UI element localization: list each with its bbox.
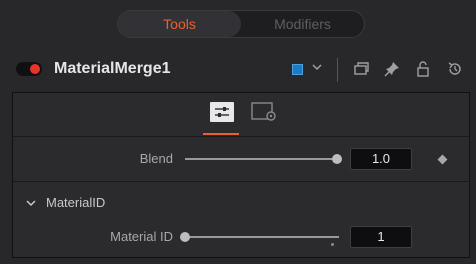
active-subtab-indicator [203, 133, 239, 135]
tab-tools[interactable]: Tools [118, 11, 241, 37]
sliders-icon[interactable] [209, 101, 235, 123]
material-id-label: Material ID [110, 229, 173, 244]
inspector-tab-bar: Tools Modifiers [117, 10, 365, 38]
settings-icon[interactable] [251, 101, 277, 123]
chevron-down-icon[interactable] [310, 60, 324, 74]
pin-icon[interactable] [383, 60, 401, 78]
material-id-value-field[interactable]: 1 [350, 226, 412, 248]
toggle-dot [30, 64, 40, 74]
material-id-slider-knob[interactable] [180, 232, 190, 242]
tab-modifiers[interactable]: Modifiers [241, 11, 364, 37]
divider [13, 136, 469, 137]
reset-icon[interactable] [446, 60, 464, 78]
blend-value-field[interactable]: 1.0 [350, 148, 412, 170]
inspector-panel: Blend 1.0 MaterialID Material ID 1 [12, 92, 470, 258]
materialid-group-header[interactable]: MaterialID [46, 195, 105, 210]
blend-slider-knob[interactable] [332, 154, 342, 164]
blend-label: Blend [139, 151, 173, 166]
node-color-swatch[interactable] [292, 64, 303, 75]
blend-slider-track[interactable] [185, 158, 337, 160]
window-icon[interactable] [352, 60, 370, 78]
chevron-down-icon[interactable] [25, 197, 37, 209]
material-id-slider-track[interactable] [185, 236, 339, 238]
subtab-bar [13, 93, 469, 135]
node-header: MaterialMerge1 [0, 50, 476, 88]
node-title[interactable]: MaterialMerge1 [54, 60, 171, 78]
blend-keyframe-diamond[interactable] [437, 154, 448, 165]
slider-default-marker [331, 243, 334, 246]
header-divider [337, 58, 338, 82]
node-enable-toggle[interactable] [16, 62, 42, 76]
divider [13, 181, 469, 182]
lock-icon[interactable] [414, 60, 432, 78]
